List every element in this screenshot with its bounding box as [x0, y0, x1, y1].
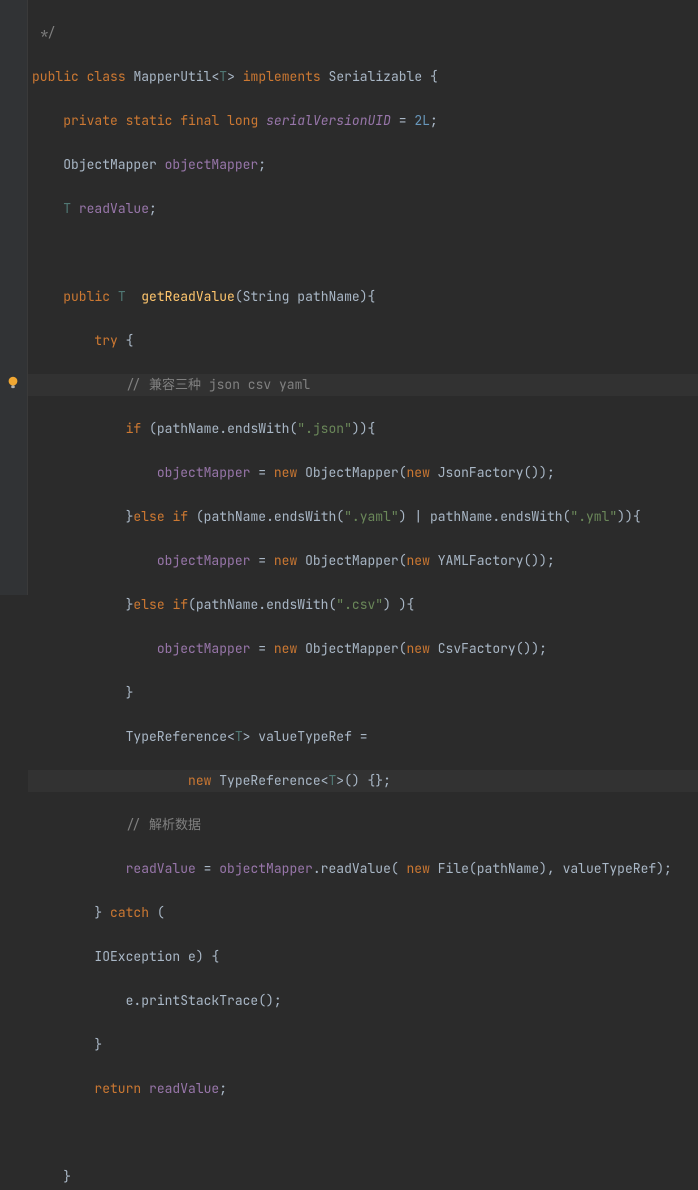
code-line: TypeReference<T> valueTypeRef =: [28, 726, 698, 748]
intention-bulb-icon[interactable]: [6, 374, 20, 388]
code-line: e.printStackTrace();: [28, 990, 698, 1012]
code-line: }else if (pathName.endsWith(".yaml") | p…: [28, 506, 698, 528]
code-line: // 解析数据: [28, 814, 698, 836]
code-line: if (pathName.endsWith(".json")){: [28, 418, 698, 440]
code-line: public class MapperUtil<T> implements Se…: [28, 66, 698, 88]
code-line: private static final long serialVersionU…: [28, 110, 698, 132]
code-line: }: [28, 1034, 698, 1056]
code-line: [28, 242, 698, 264]
code-line: objectMapper = new ObjectMapper(new YAML…: [28, 550, 698, 572]
code-line: objectMapper = new ObjectMapper(new CsvF…: [28, 638, 698, 660]
code-line: }: [28, 1166, 698, 1188]
code-line: readValue = objectMapper.readValue( new …: [28, 858, 698, 880]
code-line: [28, 1122, 698, 1144]
code-line: ObjectMapper objectMapper;: [28, 154, 698, 176]
code-line: IOException e) {: [28, 946, 698, 968]
code-line: return readValue;: [28, 1078, 698, 1100]
code-line: */: [28, 22, 698, 44]
code-line: }else if(pathName.endsWith(".csv") ){: [28, 594, 698, 616]
code-editor-content[interactable]: */ public class MapperUtil<T> implements…: [28, 0, 698, 1190]
code-line: objectMapper = new ObjectMapper(new Json…: [28, 462, 698, 484]
code-line: } catch (: [28, 902, 698, 924]
code-line: try {: [28, 330, 698, 352]
code-line: }: [28, 682, 698, 704]
editor-gutter: [0, 0, 28, 595]
code-line: public T getReadValue(String pathName){: [28, 286, 698, 308]
code-line: // 兼容三种 json csv yaml: [28, 374, 698, 396]
code-line: new TypeReference<T>() {};: [28, 770, 698, 792]
code-line: T readValue;: [28, 198, 698, 220]
